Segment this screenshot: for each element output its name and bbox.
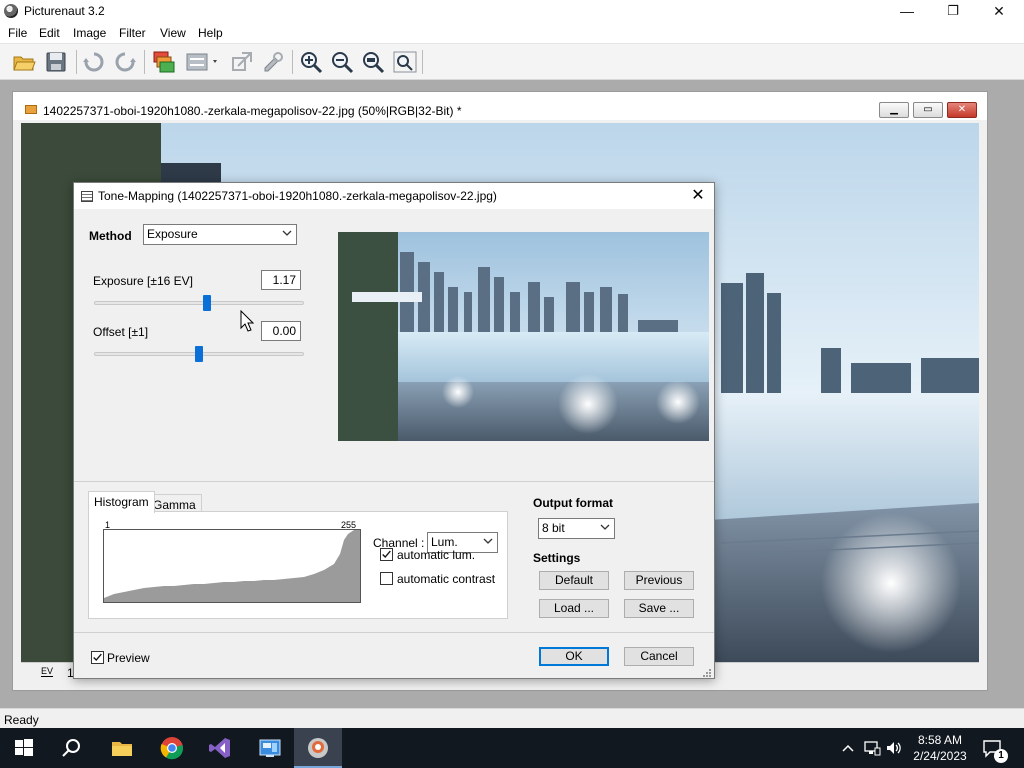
exposure-slider-track[interactable] xyxy=(94,301,304,305)
image-file-icon xyxy=(25,105,37,114)
automatic-lum-checkbox[interactable] xyxy=(380,548,393,561)
file-explorer-icon[interactable] xyxy=(98,728,146,768)
output-format-select[interactable]: 8 bit xyxy=(538,518,615,539)
chevron-down-icon xyxy=(282,230,292,236)
volume-icon[interactable] xyxy=(884,738,904,758)
toolbar-separator xyxy=(144,50,145,74)
settings-label: Settings xyxy=(533,551,581,565)
exposure-value-field[interactable]: 1.17 xyxy=(261,270,301,290)
menu-help[interactable]: Help xyxy=(198,26,223,40)
picturenaut-logo-icon xyxy=(4,4,18,18)
open-icon[interactable] xyxy=(12,50,36,74)
windows-start-icon[interactable] xyxy=(0,728,48,768)
method-select[interactable]: Exposure xyxy=(143,224,297,245)
menu-edit[interactable]: Edit xyxy=(39,26,60,40)
exposure-slider-thumb[interactable] xyxy=(203,295,212,311)
image-window-titlebar: 1402257371-oboi-1920h1080.-zerkala-megap… xyxy=(13,92,987,120)
app-titlebar: Picturenaut 3.2 — ❐ ✕ xyxy=(0,0,1024,22)
offset-value-field[interactable]: 0.00 xyxy=(261,321,301,341)
undo-icon[interactable] xyxy=(82,50,106,74)
image-window-minimize-button[interactable]: ▁ xyxy=(879,102,909,118)
offset-slider-thumb[interactable] xyxy=(195,346,203,362)
dialog-divider xyxy=(74,481,714,482)
cancel-button[interactable]: Cancel xyxy=(624,647,694,666)
load-button[interactable]: Load ... xyxy=(539,599,609,618)
tools-icon[interactable] xyxy=(261,50,285,74)
layers-icon[interactable] xyxy=(152,50,176,74)
tone-mapping-icon xyxy=(81,191,93,202)
picturenaut-icon[interactable] xyxy=(294,728,342,768)
image-window-title: 1402257371-oboi-1920h1080.-zerkala-megap… xyxy=(43,104,462,118)
channel-select-value: Lum. xyxy=(431,535,458,549)
save-icon[interactable] xyxy=(44,50,68,74)
app-title: Picturenaut 3.2 xyxy=(24,4,105,18)
clock-date: 2/24/2023 xyxy=(913,749,967,763)
clock-time: 8:58 AM xyxy=(917,733,963,747)
menu-image[interactable]: Image xyxy=(73,26,106,40)
redo-icon[interactable] xyxy=(113,50,137,74)
minimize-button[interactable]: — xyxy=(884,0,930,22)
control-panel-icon[interactable] xyxy=(246,728,294,768)
preview-checkbox[interactable] xyxy=(91,651,104,664)
network-icon[interactable] xyxy=(862,738,882,758)
chevron-down-icon xyxy=(600,524,610,530)
toolbar-separator xyxy=(422,50,423,74)
method-label: Method xyxy=(89,229,132,243)
preview-label: Preview xyxy=(107,651,150,665)
save-settings-button[interactable]: Save ... xyxy=(624,599,694,618)
histogram-tab-panel: 1 255 Channel : Lum. automatic lum. auto… xyxy=(88,511,508,619)
windows-taskbar: 8:58 AM 2/24/2023 xyxy=(0,728,1024,768)
image-window-maximize-button[interactable]: ▭ xyxy=(913,102,943,118)
menu-bar: File Edit Image Filter View Help xyxy=(0,22,1024,44)
previous-button[interactable]: Previous xyxy=(624,571,694,590)
exposure-label: Exposure [±16 EV] xyxy=(93,274,193,288)
toolbar-separator xyxy=(76,50,77,74)
tone-mapping-dialog: Tone-Mapping (1402257371-oboi-1920h1080.… xyxy=(73,182,715,679)
menu-view[interactable]: View xyxy=(160,26,186,40)
automatic-contrast-checkbox[interactable] xyxy=(380,572,393,585)
dialog-close-button[interactable]: ✕ xyxy=(686,186,710,206)
histogram-graph xyxy=(103,529,361,603)
chrome-icon[interactable] xyxy=(148,728,196,768)
default-button[interactable]: Default xyxy=(539,571,609,590)
dialog-titlebar: Tone-Mapping (1402257371-oboi-1920h1080.… xyxy=(74,183,714,209)
zoom-in-icon[interactable] xyxy=(299,50,323,74)
resize-grip-icon[interactable] xyxy=(700,666,712,678)
dialog-divider xyxy=(74,632,714,633)
maximize-button[interactable]: ❐ xyxy=(930,0,976,22)
output-format-label: Output format xyxy=(533,496,613,510)
search-icon[interactable] xyxy=(48,728,96,768)
dialog-title: Tone-Mapping (1402257371-oboi-1920h1080.… xyxy=(98,189,497,203)
zoom-fit-icon[interactable] xyxy=(361,50,385,74)
automatic-lum-label: automatic lum. xyxy=(397,548,476,562)
offset-label: Offset [±1] xyxy=(93,325,149,339)
tab-histogram[interactable]: Histogram xyxy=(88,491,155,513)
adjust-icon[interactable] xyxy=(185,50,221,74)
zoom-out-icon[interactable] xyxy=(330,50,354,74)
menu-file[interactable]: File xyxy=(8,26,27,40)
tone-mapping-preview-image xyxy=(338,232,709,441)
menu-filter[interactable]: Filter xyxy=(119,26,146,40)
transform-icon[interactable] xyxy=(230,50,254,74)
mouse-pointer-icon xyxy=(240,310,254,332)
system-clock[interactable]: 8:58 AM 2/24/2023 xyxy=(912,732,968,764)
close-button[interactable]: ✕ xyxy=(976,0,1022,22)
visual-studio-icon[interactable] xyxy=(196,728,244,768)
show-hidden-icons-icon[interactable] xyxy=(838,738,858,758)
zoom-actual-icon[interactable] xyxy=(393,50,417,74)
automatic-contrast-label: automatic contrast xyxy=(397,572,496,586)
toolbar xyxy=(0,44,1024,80)
notification-count-badge: 1 xyxy=(994,749,1008,763)
method-select-value: Exposure xyxy=(147,227,198,241)
toolbar-separator xyxy=(292,50,293,74)
app-statusbar: Ready xyxy=(0,708,1024,728)
ok-button[interactable]: OK xyxy=(539,647,609,666)
chevron-down-icon xyxy=(483,538,493,544)
ev-indicator: EV xyxy=(41,666,54,677)
status-text: Ready xyxy=(4,713,39,727)
output-format-select-value: 8 bit xyxy=(542,521,565,535)
image-window-close-button[interactable]: ✕ xyxy=(947,102,977,118)
